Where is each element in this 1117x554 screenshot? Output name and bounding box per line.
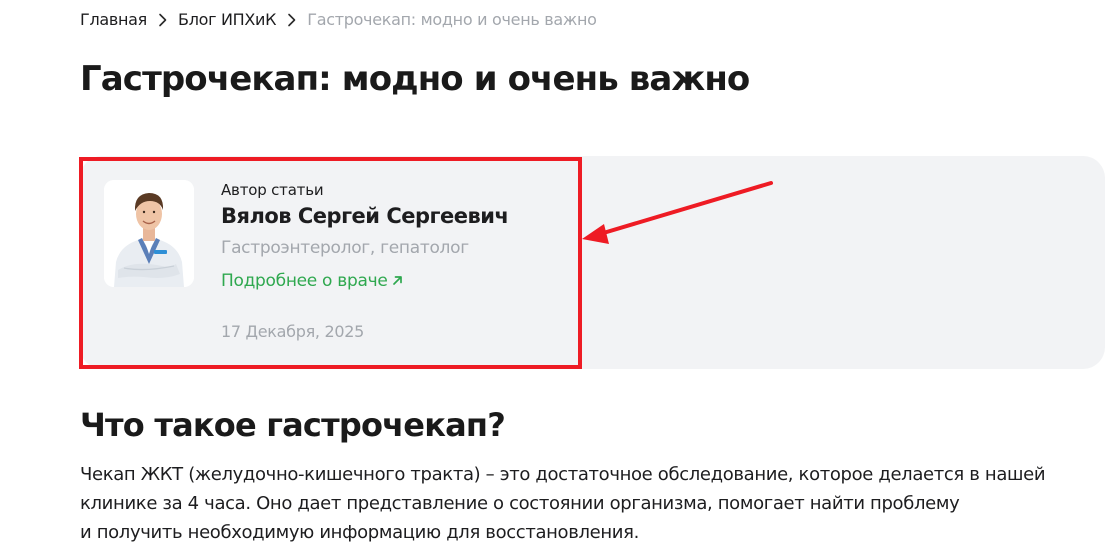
page-title: Гастрочекап: модно и очень важно (80, 59, 750, 99)
author-role: Гастроэнтеролог, гепатолог (221, 238, 469, 258)
doctor-details-link[interactable]: Подробнее о враче (221, 269, 403, 293)
paragraph-line: Чекап ЖКТ (желудочно-кишечного тракта) –… (80, 464, 1046, 485)
author-avatar[interactable] (104, 180, 194, 287)
breadcrumb-blog-link[interactable]: Блог ИПХиК (178, 9, 277, 31)
chevron-right-icon (147, 13, 178, 27)
chevron-right-icon (276, 13, 307, 27)
section-heading: Что такое гастрочекап? (80, 406, 506, 444)
publish-date: 17 Декабря, 2025 (221, 322, 364, 341)
breadcrumb-current: Гастрочекап: модно и очень важно (307, 10, 597, 29)
arrow-up-right-icon (392, 269, 403, 293)
paragraph-line: клинике за 4 часа. Оно дает представлени… (80, 493, 960, 514)
breadcrumb: Главная Блог ИПХиК Гастрочекап: модно и … (80, 9, 597, 31)
author-name[interactable]: Вялов Сергей Сергеевич (221, 202, 509, 230)
section-paragraph: Чекап ЖКТ (желудочно-кишечного тракта) –… (80, 460, 1110, 547)
page: Главная Блог ИПХиК Гастрочекап: модно и … (0, 0, 1117, 554)
doctor-details-link-label: Подробнее о враче (221, 271, 388, 291)
author-label: Автор статьи (221, 181, 324, 199)
paragraph-line: и получить необходимую информацию для во… (80, 522, 639, 543)
doctor-portrait-icon (104, 180, 194, 287)
breadcrumb-home-link[interactable]: Главная (80, 9, 147, 31)
